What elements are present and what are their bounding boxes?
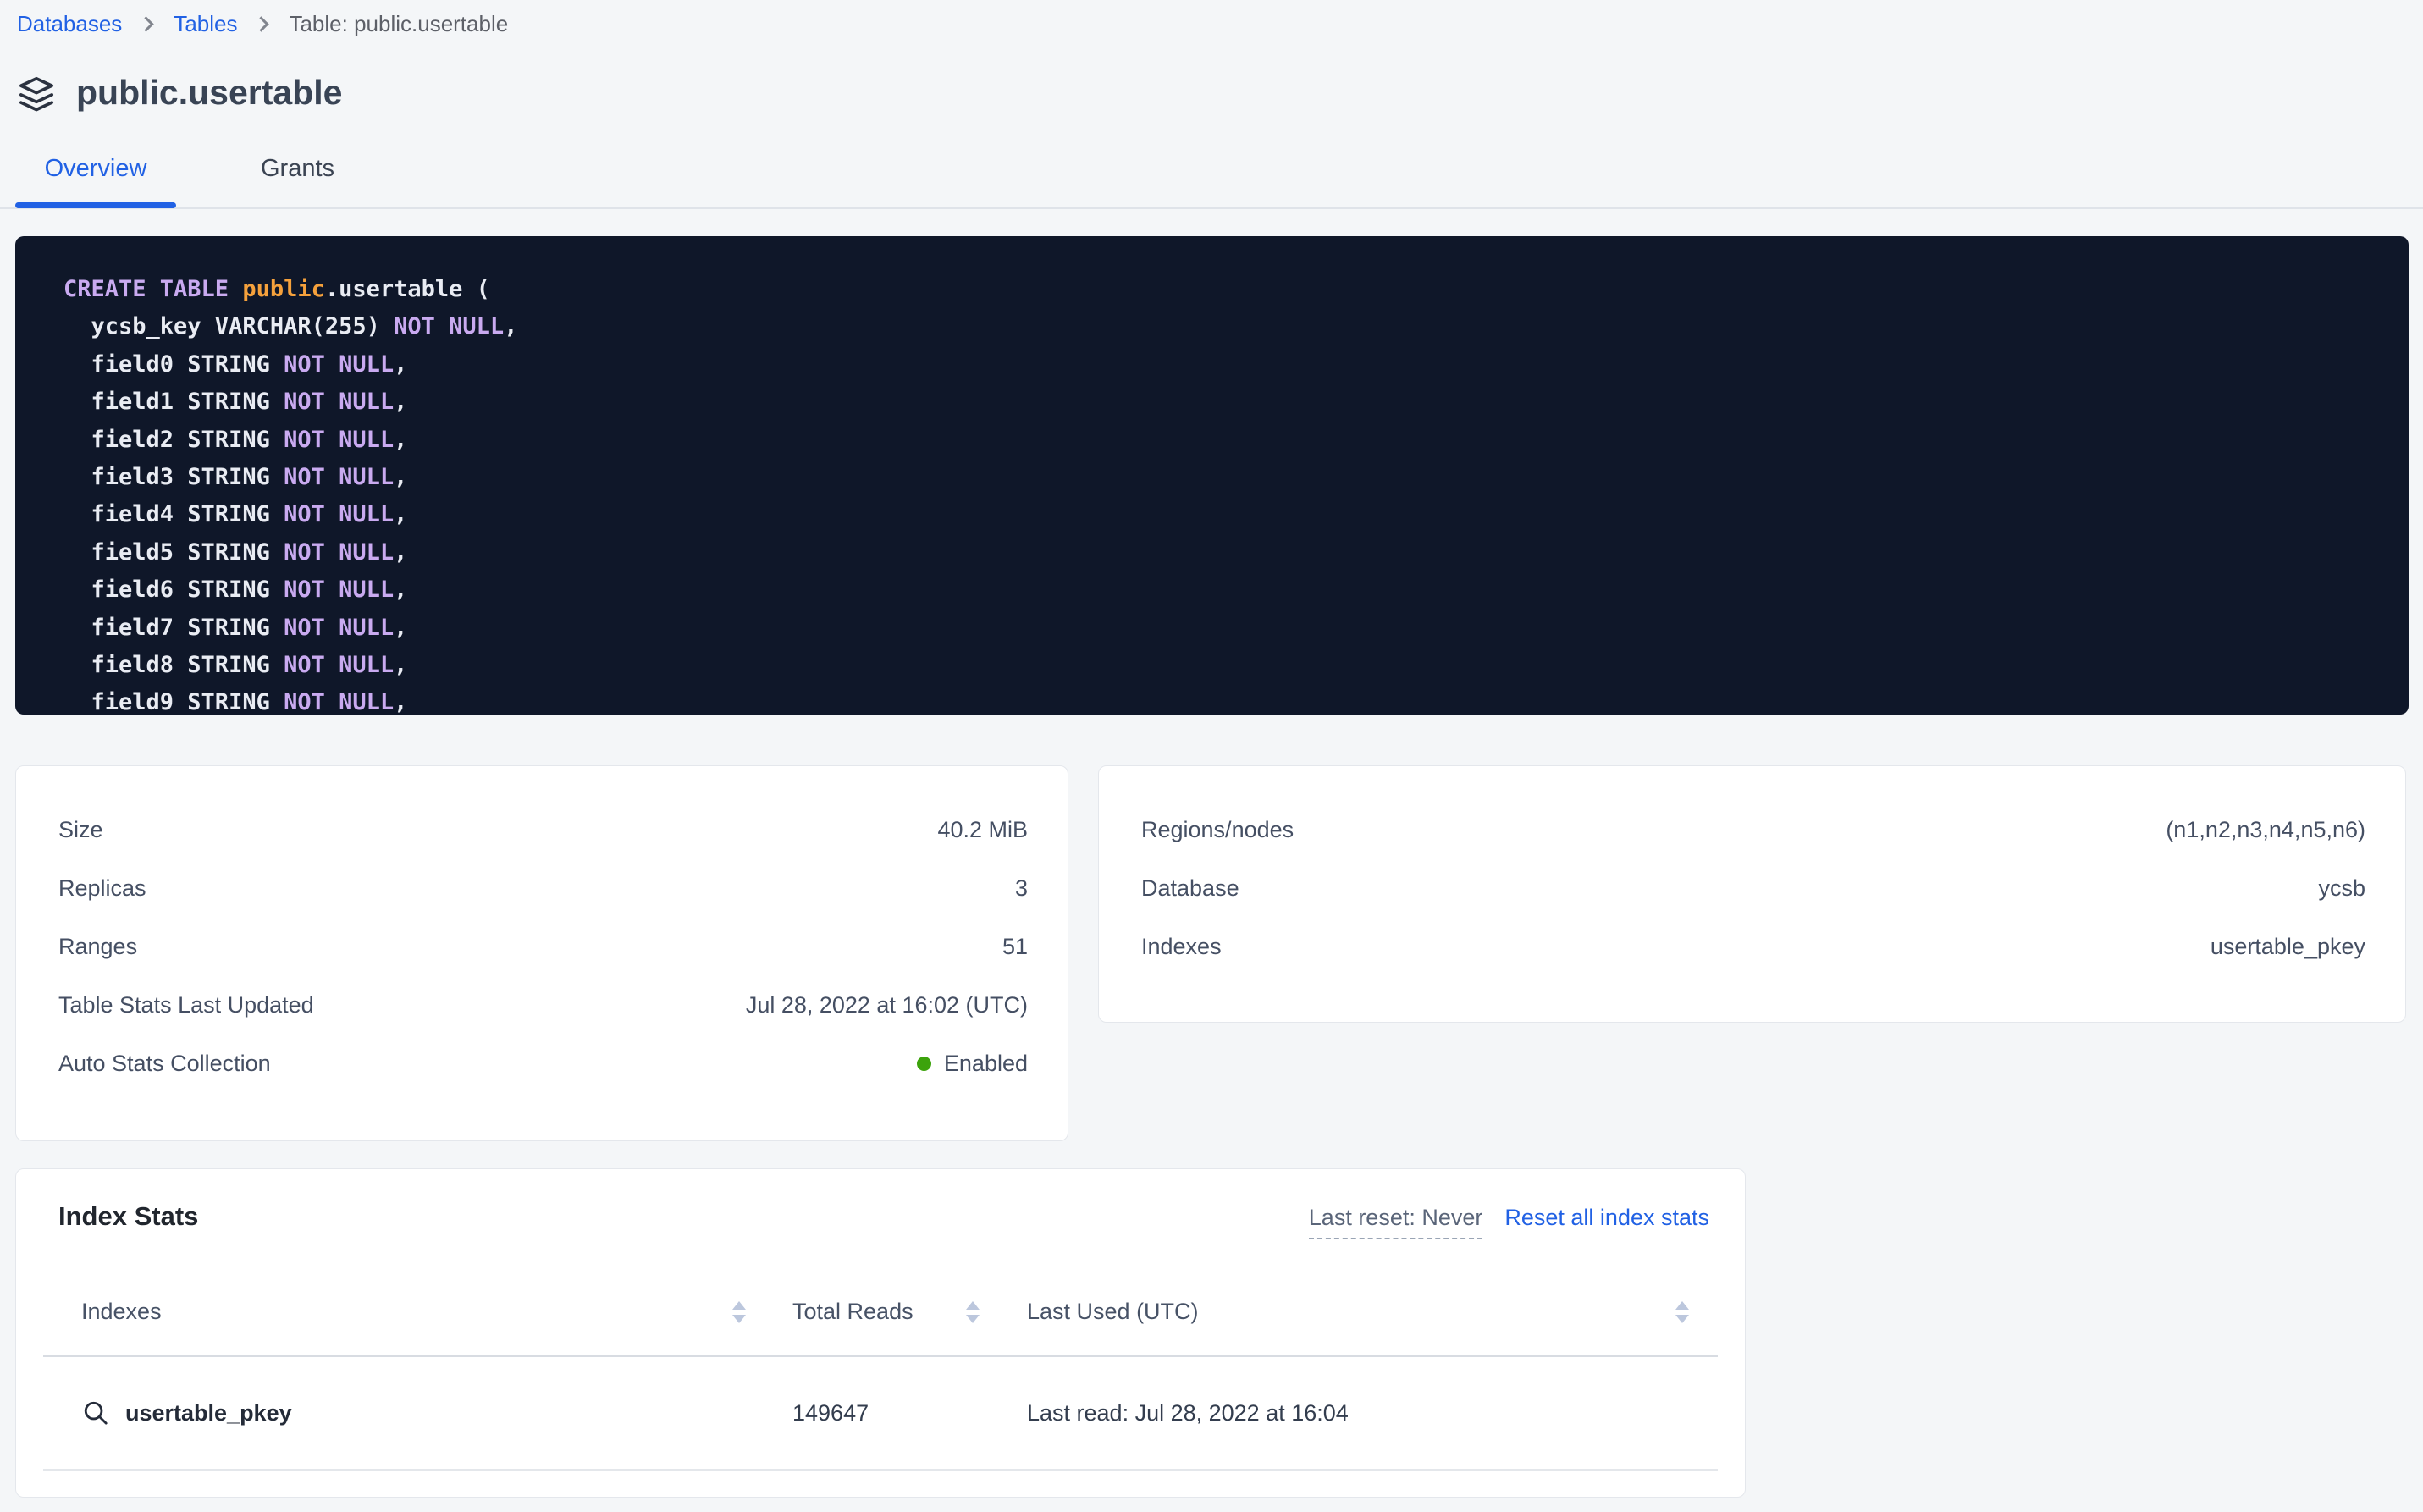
column-header-label: Total Reads xyxy=(792,1299,913,1325)
sort-arrows-icon[interactable] xyxy=(1675,1301,1689,1323)
column-header-total-reads[interactable]: Total Reads xyxy=(746,1299,985,1325)
sql-line: field9 STRING NOT NULL, xyxy=(63,684,2392,715)
sql-line: field6 STRING NOT NULL, xyxy=(63,571,2392,609)
detail-value-text: Enabled xyxy=(944,1051,1028,1077)
detail-row: Ranges 51 xyxy=(58,918,1028,976)
column-header-indexes[interactable]: Indexes xyxy=(43,1299,746,1325)
detail-label: Table Stats Last Updated xyxy=(58,992,314,1018)
page-title: public.usertable xyxy=(76,73,342,113)
tab-bar: Overview Grants xyxy=(0,155,2423,209)
detail-value-text: Jul 28, 2022 at 16:02 (UTC) xyxy=(746,992,1028,1018)
index-link[interactable]: usertable_pkey xyxy=(81,1399,292,1427)
status-dot-green xyxy=(917,1057,931,1071)
last-used-value: Last read: Jul 28, 2022 at 16:04 xyxy=(1027,1400,1349,1426)
sql-line: field7 STRING NOT NULL, xyxy=(63,610,2392,647)
sql-line: field4 STRING NOT NULL, xyxy=(63,496,2392,533)
detail-value: 3 xyxy=(1015,875,1028,902)
detail-value-text: 3 xyxy=(1015,875,1028,902)
detail-value: usertable_pkey xyxy=(2211,934,2365,960)
sql-line: field5 STRING NOT NULL, xyxy=(63,534,2392,571)
breadcrumb-link-tables[interactable]: Tables xyxy=(174,11,237,37)
breadcrumb: Databases Tables Table: public.usertable xyxy=(0,0,2423,37)
detail-label: Indexes xyxy=(1141,934,1222,960)
index-stats-title: Index Stats xyxy=(58,1201,198,1232)
magnifier-icon xyxy=(81,1399,110,1427)
total-reads-value: 149647 xyxy=(792,1400,869,1426)
sort-down-icon xyxy=(1675,1315,1689,1323)
sort-up-icon xyxy=(966,1301,980,1310)
column-header-last-used-utc[interactable]: Last Used (UTC) xyxy=(985,1299,1718,1325)
table-stats-card: Size 40.2 MiB Replicas 3 Ranges 51 Table Stats… xyxy=(15,765,1068,1141)
sort-down-icon xyxy=(966,1315,980,1323)
breadcrumb-chevron-icon xyxy=(254,16,269,31)
table-row: usertable_pkey 149647 Last read: Jul 28, 2… xyxy=(43,1357,1718,1469)
detail-value: (n1,n2,n3,n4,n5,n6) xyxy=(2166,817,2365,843)
detail-label: Auto Stats Collection xyxy=(58,1051,271,1077)
tab-bar-divider xyxy=(0,207,2423,209)
breadcrumb-chevron-icon xyxy=(139,16,154,31)
table-row-divider xyxy=(43,1469,1718,1471)
index-stats-card: Index Stats Last reset: Never Reset all … xyxy=(15,1168,1746,1498)
detail-row: Replicas 3 xyxy=(58,859,1028,918)
index-stats-table: Indexes Total Reads Last Used (UTC) userta… xyxy=(43,1299,1718,1471)
index-name-text: usertable_pkey xyxy=(125,1400,292,1426)
page-header: public.usertable xyxy=(17,73,2423,113)
sql-line: field2 STRING NOT NULL, xyxy=(63,422,2392,459)
detail-value: ycsb xyxy=(2318,875,2365,902)
detail-label: Regions/nodes xyxy=(1141,817,1294,843)
index-table-header: Indexes Total Reads Last Used (UTC) xyxy=(43,1299,1718,1325)
detail-row: Database ycsb xyxy=(1141,859,2365,918)
sql-line: ycsb_key VARCHAR(255) NOT NULL, xyxy=(63,308,2392,345)
breadcrumb-link-databases[interactable]: Databases xyxy=(17,11,122,37)
sql-line: field0 STRING NOT NULL, xyxy=(63,346,2392,384)
detail-value-text: usertable_pkey xyxy=(2211,934,2365,960)
last-reset-label[interactable]: Last reset: Never xyxy=(1309,1205,1483,1239)
detail-row: Table Stats Last Updated Jul 28, 2022 at … xyxy=(58,976,1028,1035)
detail-label: Size xyxy=(58,817,103,843)
detail-value-text: ycsb xyxy=(2318,875,2365,902)
column-header-label: Indexes xyxy=(81,1299,162,1325)
detail-value: Jul 28, 2022 at 16:02 (UTC) xyxy=(746,992,1028,1018)
sort-arrows-icon[interactable] xyxy=(732,1301,746,1323)
tab-overview[interactable]: Overview xyxy=(15,155,176,207)
detail-row: Indexes usertable_pkey xyxy=(1141,918,2365,976)
table-layers-icon xyxy=(17,74,56,113)
tab-grants[interactable]: Grants xyxy=(261,155,334,207)
detail-value: 51 xyxy=(1002,934,1028,960)
index-stats-header: Index Stats Last reset: Never Reset all … xyxy=(16,1201,1745,1239)
detail-value-text: 40.2 MiB xyxy=(937,817,1028,843)
detail-row: Size 40.2 MiB xyxy=(58,801,1028,859)
sort-up-icon xyxy=(1675,1301,1689,1310)
table-meta-card: Regions/nodes (n1,n2,n3,n4,n5,n6) Database… xyxy=(1098,765,2406,1023)
detail-label: Database xyxy=(1141,875,1239,902)
breadcrumb-current: Table: public.usertable xyxy=(289,11,508,37)
detail-row: Auto Stats Collection Enabled xyxy=(58,1035,1028,1093)
last-used-cell: Last read: Jul 28, 2022 at 16:04 xyxy=(985,1400,1718,1426)
detail-value-text: 51 xyxy=(1002,934,1028,960)
sort-up-icon xyxy=(732,1301,746,1310)
detail-label: Ranges xyxy=(58,934,137,960)
detail-value: 40.2 MiB xyxy=(937,817,1028,843)
detail-label: Replicas xyxy=(58,875,146,902)
reset-all-index-stats-link[interactable]: Reset all index stats xyxy=(1504,1205,1709,1231)
detail-value-text: (n1,n2,n3,n4,n5,n6) xyxy=(2166,817,2365,843)
index-name-cell: usertable_pkey xyxy=(43,1399,746,1427)
sql-line: field8 STRING NOT NULL, xyxy=(63,647,2392,684)
create-table-sql-block: CREATE TABLE public.usertable ( ycsb_key… xyxy=(15,236,2409,715)
detail-value: Enabled xyxy=(917,1051,1028,1077)
sort-down-icon xyxy=(732,1315,746,1323)
column-header-label: Last Used (UTC) xyxy=(1027,1299,1199,1325)
detail-row: Regions/nodes (n1,n2,n3,n4,n5,n6) xyxy=(1141,801,2365,859)
sql-line: CREATE TABLE public.usertable ( xyxy=(63,271,2392,308)
sql-line: field3 STRING NOT NULL, xyxy=(63,459,2392,496)
table-details-section: Size 40.2 MiB Replicas 3 Ranges 51 Table Stats… xyxy=(15,765,2406,1141)
total-reads-cell: 149647 xyxy=(746,1400,985,1426)
sql-line: field1 STRING NOT NULL, xyxy=(63,384,2392,421)
sort-arrows-icon[interactable] xyxy=(966,1301,980,1323)
